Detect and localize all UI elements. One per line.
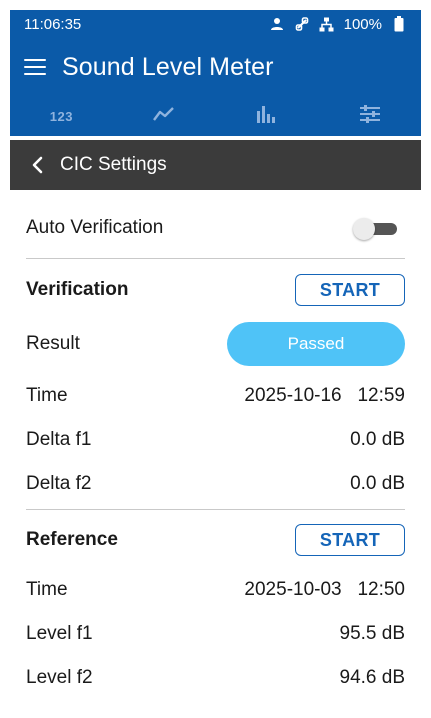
network-icon	[319, 16, 335, 32]
menu-icon[interactable]	[24, 59, 46, 75]
level-f2-row: Level f2 94.6 dB	[26, 660, 405, 696]
sliders-icon	[359, 104, 381, 128]
verification-time-row: Time 2025-10-16 12:59	[26, 378, 405, 414]
status-bar: 11:06:35 100%	[10, 10, 421, 38]
reference-time-label: Time	[26, 579, 68, 600]
auto-verification-toggle[interactable]	[353, 218, 399, 240]
reference-time-row: Time 2025-10-03 12:50	[26, 572, 405, 608]
reference-header-row: Reference START	[26, 520, 405, 560]
auto-verification-label: Auto Verification	[26, 217, 164, 238]
back-chevron-icon[interactable]	[28, 156, 46, 174]
level-f1-label: Level f1	[26, 623, 93, 644]
status-time: 11:06:35	[24, 15, 82, 33]
auto-verification-row: Auto Verification	[26, 210, 405, 246]
delta-f2-label: Delta f2	[26, 473, 92, 494]
verification-time-value: 2025-10-16 12:59	[244, 385, 405, 406]
app-bar: Sound Level Meter	[10, 38, 421, 96]
level-f2-value: 94.6 dB	[339, 667, 406, 688]
tab-bar: 123	[10, 96, 421, 136]
delta-f2-value: 0.0 dB	[350, 473, 405, 494]
divider	[26, 509, 405, 510]
bar-chart-icon	[256, 105, 278, 128]
verification-header-row: Verification START	[26, 270, 405, 310]
battery-icon	[391, 16, 407, 32]
tab-settings[interactable]	[318, 96, 421, 136]
divider	[26, 258, 405, 259]
level-f1-row: Level f1 95.5 dB	[26, 616, 405, 652]
numeric-icon: 123	[49, 108, 73, 124]
cic-settings-panel: Auto Verification Verification START Res…	[10, 190, 421, 718]
verification-start-button[interactable]: START	[295, 274, 405, 306]
result-row: Result Passed	[26, 321, 405, 367]
delta-f1-row: Delta f1 0.0 dB	[26, 422, 405, 458]
reference-heading: Reference	[26, 529, 118, 550]
tab-numeric[interactable]: 123	[10, 96, 113, 136]
tab-line-chart[interactable]	[113, 96, 216, 136]
result-label: Result	[26, 333, 80, 354]
battery-percent: 100%	[343, 15, 382, 33]
result-passed-badge: Passed	[227, 322, 405, 366]
reference-time-value: 2025-10-03 12:50	[244, 579, 405, 600]
verification-heading: Verification	[26, 279, 129, 300]
link-icon	[294, 16, 310, 32]
delta-f1-value: 0.0 dB	[350, 429, 405, 450]
level-f2-label: Level f2	[26, 667, 93, 688]
delta-f1-label: Delta f1	[26, 429, 92, 450]
level-f1-value: 95.5 dB	[339, 623, 406, 644]
person-icon	[269, 16, 285, 32]
tab-bar-chart[interactable]	[216, 96, 319, 136]
reference-start-button[interactable]: START	[295, 524, 405, 556]
verification-time-label: Time	[26, 385, 68, 406]
sub-header: CIC Settings	[10, 140, 421, 190]
sub-header-title: CIC Settings	[60, 154, 167, 175]
line-chart-icon	[152, 106, 176, 127]
delta-f2-row: Delta f2 0.0 dB	[26, 466, 405, 502]
app-title: Sound Level Meter	[62, 52, 274, 81]
